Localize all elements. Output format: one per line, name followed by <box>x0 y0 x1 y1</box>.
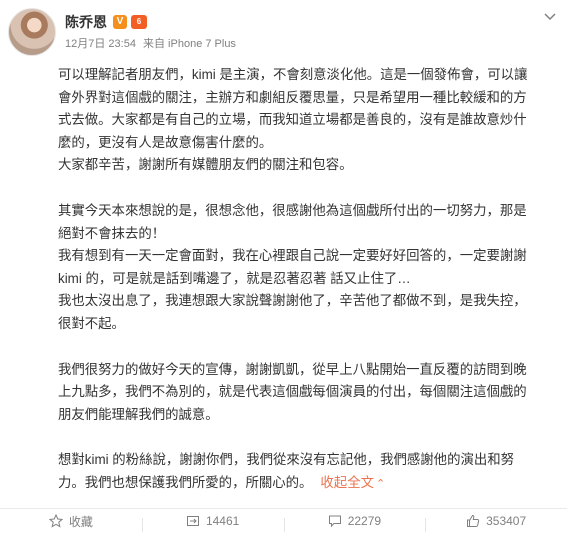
post-line: 絕對不會抹去的！ <box>58 225 166 241</box>
post-line: 朋友們能理解我們的誠意。 <box>58 406 219 422</box>
comment-count: 22279 <box>347 514 382 528</box>
user-name[interactable]: 陈乔恩 <box>65 12 107 32</box>
repost-count: 14461 <box>205 514 240 528</box>
thumbs-up-icon <box>466 514 480 528</box>
post-line: 我有想到有一天一定會面對，我在心裡跟自己說一定要好好回答的，一定要謝謝 <box>58 248 527 264</box>
post-meta: 12月7日 23:54 来自 iPhone 7 Plus <box>65 35 240 51</box>
post-line: kimi 的，可是就是話到嘴邊了，就是忍著忍著 話又止住了… <box>58 270 411 286</box>
source: 来自 iPhone 7 Plus <box>143 38 236 50</box>
name-row: 陈乔恩 V 6 <box>65 12 147 32</box>
timestamp[interactable]: 12月7日 23:54 <box>65 38 136 50</box>
post-line: 上九點多，我們不為別的，就是代表這個戲每個演員的付出，每個關注這個戲的 <box>58 384 527 400</box>
avatar[interactable] <box>8 8 56 56</box>
post-header: 陈乔恩 V 6 12月7日 23:54 来自 iPhone 7 Plus <box>8 8 559 58</box>
post-line: 會外界對這個戲的關注，主辦方和劇組反覆思量，只是希望用一種比較緩和的方 <box>58 89 527 105</box>
like-count: 353407 <box>486 514 527 528</box>
post-line: 很對不起。 <box>58 315 125 331</box>
level-badge-icon: 6 <box>131 15 147 29</box>
post-line: 麼的，更沒有人是故意傷害什麼的。 <box>58 134 273 150</box>
post-text: 可以理解記者朋友們，kimi 是主演，不會刻意淡化他。這是一個發佈會，可以讓 會外… <box>58 64 558 496</box>
comment-icon <box>328 514 342 528</box>
collapse-full-text-link[interactable]: 收起全文 <box>320 475 374 490</box>
post-line: 式去做。大家都是有自己的立場，而我知道立場都是善良的，沒有是誰故意炒什 <box>58 112 527 128</box>
action-bar: 收藏 14461 22279 353407 <box>0 508 567 533</box>
post-line: 可以理解記者朋友們，kimi 是主演，不會刻意淡化他。這是一個發佈會，可以讓 <box>58 67 528 82</box>
star-icon <box>48 514 63 528</box>
verified-badge-icon: V <box>113 15 127 29</box>
post-line: 大家都辛苦，謝謝所有媒體朋友們的關注和包容。 <box>58 157 353 173</box>
favorite-button[interactable]: 收藏 <box>0 513 142 530</box>
repost-button[interactable]: 14461 <box>141 514 284 532</box>
post-line: 我也太沒出息了，我連想跟大家說聲謝謝他了，辛苦他了都做不到，是我失控， <box>58 293 527 309</box>
post-last-line: 力。我們也想保護我們所愛的，所關心的。 收起全文 ⌃ <box>58 472 558 496</box>
post-line: 其實今天本來想說的是，很想念他，很感謝他為這個戲所付出的一切努力，那是 <box>58 202 527 218</box>
repost-icon <box>186 514 200 528</box>
chevron-down-icon[interactable] <box>543 10 557 24</box>
comment-button[interactable]: 22279 <box>283 514 426 532</box>
post-line: 想對kimi 的粉絲說，謝謝你們，我們從來沒有忘記他，我們感謝他的演出和努 <box>58 452 515 468</box>
like-button[interactable]: 353407 <box>425 514 567 532</box>
favorite-label: 收藏 <box>68 514 93 529</box>
post-line: 力。我們也想保護我們所愛的，所關心的。 <box>58 474 313 490</box>
chevron-up-icon[interactable]: ⌃ <box>376 478 385 490</box>
post-line: 我們很努力的做好今天的宣傳，謝謝凱凱，從早上八點開始一直反覆的訪問到晚 <box>58 361 527 377</box>
